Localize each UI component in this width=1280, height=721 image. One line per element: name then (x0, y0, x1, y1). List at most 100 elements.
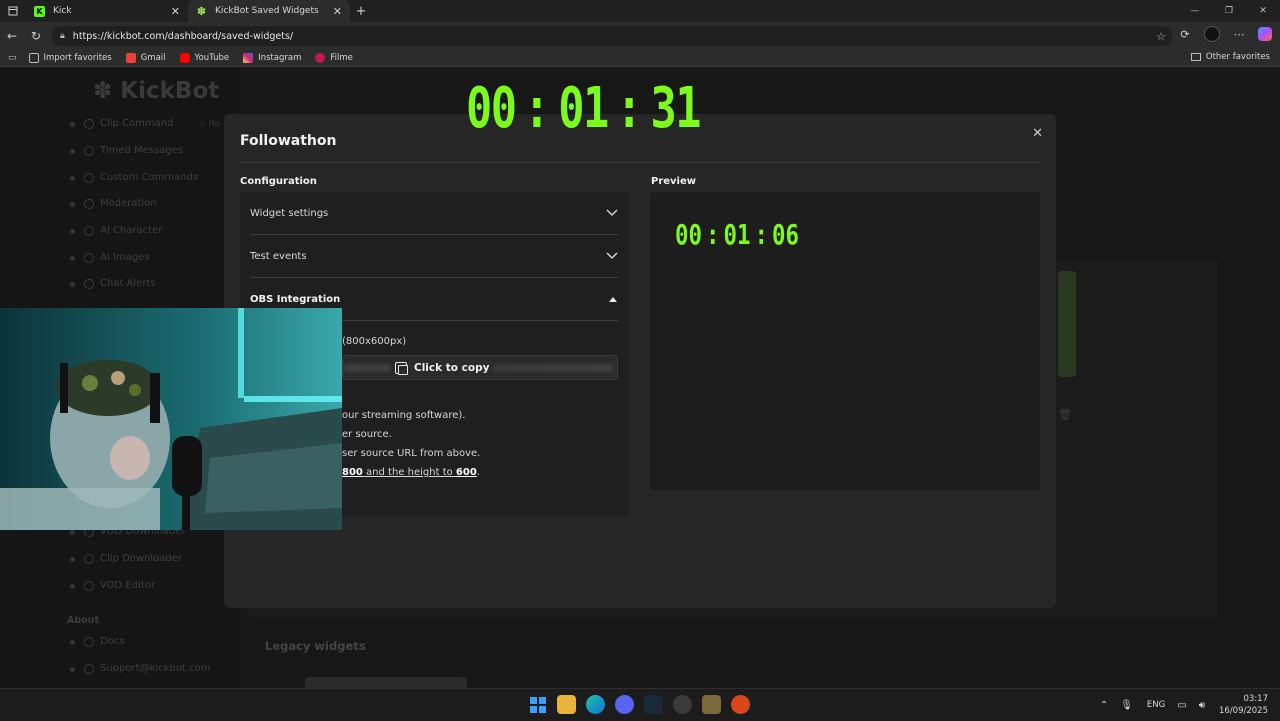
network-icon[interactable]: ▭ (1177, 700, 1186, 711)
preview-minutes: 01 (723, 218, 751, 251)
profile-avatar[interactable] (1204, 26, 1220, 42)
tab-title: Kick (53, 6, 72, 16)
accordion-widget-settings[interactable]: Widget settings (250, 192, 618, 235)
kickbot-logo: ✽ KickBot (93, 78, 220, 104)
chevron-up-icon[interactable]: ⌃ (1100, 700, 1108, 711)
trash-icon[interactable]: 🗑︎ (1058, 408, 1072, 421)
followathon-timer-overlay: 00 : 01 : 31 (466, 75, 702, 141)
sidebar-item-chat-alerts[interactable]: Chat Alerts (84, 278, 156, 289)
bullet-dot (70, 530, 75, 535)
filme-icon (315, 53, 326, 63)
file-explorer-icon[interactable] (557, 695, 576, 714)
language-indicator[interactable]: ENG (1147, 700, 1165, 710)
fav-gmail[interactable]: Gmail (125, 53, 166, 63)
timer-seconds: 31 (650, 75, 702, 141)
shield-icon (84, 198, 94, 209)
tab-kick[interactable]: K Kick ✕ (26, 0, 188, 22)
system-clock[interactable]: 03:17 16/09/2025 (1219, 693, 1268, 717)
divider (240, 162, 1040, 163)
fav-label: Gmail (140, 53, 166, 63)
legacy-widget-thumbnail (305, 677, 467, 688)
legacy-widgets-heading: Legacy widgets (265, 639, 366, 653)
restore-icon[interactable]: ❐ (1212, 0, 1246, 22)
preview-sep: : (706, 218, 720, 251)
sidebar-item-moderation[interactable]: Moderation (84, 198, 157, 209)
microphone-icon[interactable]: 🎙︎ (1120, 700, 1133, 711)
height-value: 600 (455, 467, 477, 478)
youtube-icon (179, 53, 190, 63)
timer-sep: : (523, 75, 551, 141)
url-field[interactable]: 🔒︎ https://kickbot.com/dashboard/saved-w… (52, 26, 1172, 46)
sidebar-item-timed-messages[interactable]: Timed Messages (84, 145, 183, 156)
more-menu-icon[interactable]: ⋯ (1230, 28, 1248, 41)
extensions-icon[interactable]: ⟳ (1176, 28, 1194, 41)
accordion-test-events[interactable]: Test events (250, 235, 618, 278)
steam-icon[interactable] (644, 695, 663, 714)
fav-import[interactable]: Import favorites (28, 53, 112, 63)
sidebar-item-vod-editor[interactable]: VOD Editor (84, 580, 155, 591)
fav-filme[interactable]: Filme (315, 53, 353, 63)
preview-hours: 00 (675, 218, 702, 251)
sidebar-item-clip-downloader[interactable]: Clip Downloader (84, 553, 182, 564)
tab-kickbot-saved-widgets[interactable]: ✽ KickBot Saved Widgets ✕ (188, 0, 350, 22)
address-bar: ← ↻ 🔒︎ https://kickbot.com/dashboard/sav… (0, 22, 1280, 50)
copy-icon (395, 361, 408, 375)
discord-icon[interactable] (615, 695, 634, 714)
new-tab-button[interactable]: + (350, 4, 372, 19)
obs-icon[interactable] (673, 695, 692, 714)
favorite-star-icon[interactable]: ☆ (1156, 30, 1166, 43)
sidebar-item-docs[interactable]: Docs (84, 636, 125, 647)
widget-thumbnail (1058, 271, 1076, 377)
command-icon (84, 172, 94, 183)
obs-step-3: ser source URL from above. (342, 448, 481, 459)
docs-icon (84, 636, 94, 647)
sidebar-item-ai-images[interactable]: AI Images (84, 252, 150, 263)
volume-icon[interactable]: 🔊︎ (1199, 700, 1205, 711)
sidebar-item-support[interactable]: Support@kickbot.com (84, 663, 210, 674)
fav-instagram[interactable]: Instagram (243, 53, 301, 63)
import-favorites-icon (28, 53, 39, 63)
folder-icon (1190, 53, 1201, 61)
email-icon (84, 663, 94, 674)
preview-seconds: 06 (772, 218, 799, 251)
sidebar-item-custom-commands[interactable]: Custom Commands (84, 172, 198, 183)
back-icon[interactable]: ← (0, 29, 24, 43)
accordion-label: OBS Integration (250, 293, 341, 305)
browser-source-url-field[interactable]: Click to copy (342, 355, 618, 380)
tab-actions-icon (8, 6, 18, 16)
reading-view-icon[interactable]: ▭ (8, 53, 17, 63)
close-tab-icon[interactable]: ✕ (333, 5, 342, 18)
tab-actions-button[interactable] (0, 0, 26, 22)
system-tray: ⌃ 🎙︎ ENG ▭ 🔊︎ 03:17 16/09/2025 (1088, 689, 1268, 721)
close-window-icon[interactable]: ✕ (1246, 0, 1280, 22)
bullet-dot (70, 202, 75, 207)
start-icon[interactable] (528, 695, 547, 714)
refresh-icon[interactable]: ↻ (24, 29, 48, 43)
other-favorites[interactable]: Other favorites (1190, 52, 1270, 62)
close-icon[interactable]: ✕ (1032, 126, 1043, 141)
bell-icon (84, 278, 94, 289)
minimize-icon[interactable]: — (1178, 0, 1212, 22)
timer-minutes: 01 (558, 75, 609, 141)
brave-icon[interactable] (731, 695, 750, 714)
site-info-icon[interactable]: 🔒︎ (60, 31, 65, 41)
clip-icon (84, 118, 94, 129)
obs-step-1: our streaming software). (342, 410, 466, 421)
chevron-up-icon (609, 296, 617, 302)
kickbot-icon: ✽ (196, 4, 207, 18)
sidebar-item-ai-character[interactable]: AI Character (84, 225, 162, 236)
edge-icon[interactable] (586, 695, 605, 714)
sidebar-item-clip-command[interactable]: Clip Command (84, 118, 173, 129)
bullet-dot (70, 122, 75, 127)
accordion-label: Test events (250, 250, 307, 262)
other-favorites-label: Other favorites (1205, 52, 1270, 62)
click-to-copy-button[interactable]: Click to copy (391, 361, 494, 375)
fav-label: Filme (330, 53, 353, 63)
fav-youtube[interactable]: YouTube (179, 53, 229, 63)
download-icon (84, 553, 94, 564)
bullet-dot (70, 149, 75, 154)
app-icon[interactable] (702, 695, 721, 714)
page-content: ✽ KickBot ☆ Ho Clip Command Timed Messag… (0, 68, 1280, 688)
copilot-icon[interactable] (1258, 27, 1272, 41)
close-tab-icon[interactable]: ✕ (171, 5, 180, 18)
